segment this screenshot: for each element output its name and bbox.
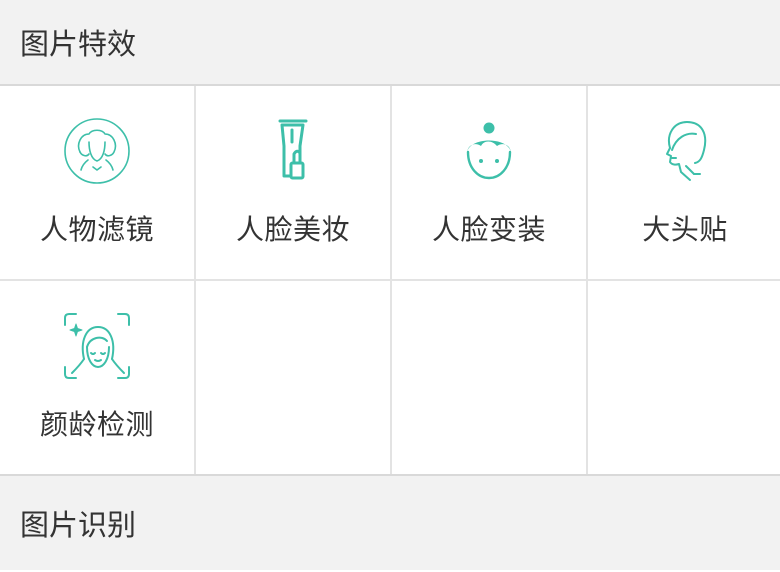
grid-empty-cell bbox=[196, 281, 390, 474]
grid-item-label: 人脸美妆 bbox=[235, 213, 350, 246]
section-title: 图片特效 bbox=[20, 27, 137, 61]
grid-item-label: 人脸变装 bbox=[431, 213, 546, 246]
grid-empty-cell bbox=[588, 281, 780, 474]
sticker-profile-icon bbox=[650, 116, 720, 186]
section-title: 图片识别 bbox=[20, 508, 137, 542]
makeup-icon bbox=[258, 116, 328, 186]
section-header-effects: 图片特效 bbox=[0, 0, 780, 86]
grid-item-face-dressup[interactable]: 人脸变装 bbox=[392, 86, 586, 279]
effects-grid: 人物滤镜 人脸美妆 人脸变装 大头贴 颜龄检测 bbox=[0, 86, 780, 474]
age-detection-icon bbox=[62, 311, 132, 381]
grid-empty-cell bbox=[392, 281, 586, 474]
grid-item-portrait-filter[interactable]: 人物滤镜 bbox=[0, 86, 194, 279]
portrait-filter-icon bbox=[62, 116, 132, 186]
grid-item-label: 大头贴 bbox=[642, 213, 728, 246]
grid-item-age-detection[interactable]: 颜龄检测 bbox=[0, 281, 194, 474]
face-dressup-icon bbox=[454, 116, 524, 186]
grid-item-face-makeup[interactable]: 人脸美妆 bbox=[196, 86, 390, 279]
grid-item-label: 颜龄检测 bbox=[39, 408, 154, 441]
grid-item-label: 人物滤镜 bbox=[39, 213, 154, 246]
section-header-recognition: 图片识别 bbox=[0, 474, 780, 570]
grid-item-photo-sticker[interactable]: 大头贴 bbox=[588, 86, 780, 279]
